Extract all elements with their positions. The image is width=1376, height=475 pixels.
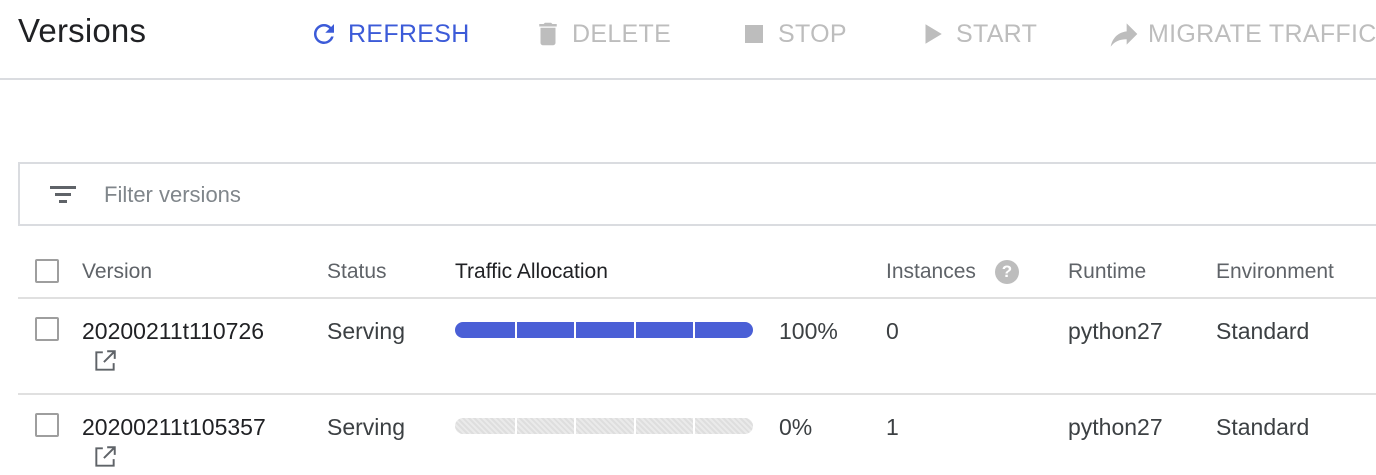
column-header-instances[interactable]: Instances [886, 260, 976, 284]
status-text: Serving [327, 318, 405, 344]
filter-input[interactable] [104, 176, 704, 214]
row-checkbox[interactable] [35, 413, 59, 437]
migrate-traffic-label: MIGRATE TRAFFIC [1148, 19, 1376, 48]
refresh-label: REFRESH [348, 19, 470, 48]
row-divider [18, 393, 1376, 395]
delete-button[interactable]: DELETE [532, 14, 671, 54]
column-header-runtime[interactable]: Runtime [1068, 260, 1146, 284]
row-checkbox[interactable] [35, 317, 59, 341]
select-all-checkbox[interactable] [35, 259, 59, 283]
forward-arrow-icon [1108, 18, 1140, 50]
instances-count: 0 [886, 318, 899, 344]
delete-label: DELETE [572, 19, 672, 48]
traffic-segment-divider [693, 418, 696, 434]
traffic-segment-divider [633, 322, 636, 338]
traffic-percent: 100% [779, 318, 838, 344]
stop-button[interactable]: STOP [738, 14, 847, 54]
traffic-segment-divider [514, 418, 517, 434]
status-text: Serving [327, 414, 405, 440]
stop-label: STOP [778, 19, 847, 48]
traffic-segment-divider [574, 322, 577, 338]
column-header-traffic-allocation[interactable]: Traffic Allocation [455, 260, 608, 284]
migrate-traffic-button[interactable]: MIGRATE TRAFFIC [1108, 14, 1376, 54]
header-divider [18, 297, 1376, 299]
toolbar: Versions REFRESH DELETE STOP START MIGRA… [0, 0, 1376, 80]
traffic-allocation-bar [455, 418, 753, 434]
instances-count: 1 [886, 414, 899, 440]
start-button[interactable]: START [916, 14, 1037, 54]
traffic-allocation-bar [455, 322, 753, 338]
help-icon[interactable]: ? [995, 260, 1019, 284]
runtime-text: python27 [1068, 318, 1163, 344]
traffic-allocation-track [455, 418, 753, 434]
column-header-environment[interactable]: Environment [1216, 260, 1334, 284]
external-link-icon[interactable] [92, 348, 118, 374]
environment-text: Standard [1216, 414, 1310, 440]
environment-text: Standard [1216, 318, 1310, 344]
start-label: START [956, 19, 1038, 48]
runtime-text: python27 [1068, 414, 1163, 440]
version-id[interactable]: 20200211t105357 [82, 414, 266, 441]
traffic-percent: 0% [779, 414, 813, 440]
traffic-segment-divider [514, 322, 517, 338]
play-icon [916, 18, 948, 50]
traffic-segment-divider [693, 322, 696, 338]
filter-bar [18, 162, 1376, 226]
version-id[interactable]: 20200211t110726 [82, 318, 264, 345]
stop-icon [738, 18, 770, 50]
traffic-allocation-fill [455, 322, 753, 338]
filter-icon[interactable] [48, 180, 78, 210]
column-header-version[interactable]: Version [82, 260, 152, 284]
page-title: Versions [18, 12, 147, 49]
refresh-button[interactable]: REFRESH [308, 14, 470, 54]
trash-icon [532, 18, 564, 50]
column-header-status[interactable]: Status [327, 260, 387, 284]
traffic-segment-divider [633, 418, 636, 434]
refresh-icon [308, 18, 340, 50]
external-link-icon[interactable] [92, 444, 118, 470]
traffic-segment-divider [574, 418, 577, 434]
